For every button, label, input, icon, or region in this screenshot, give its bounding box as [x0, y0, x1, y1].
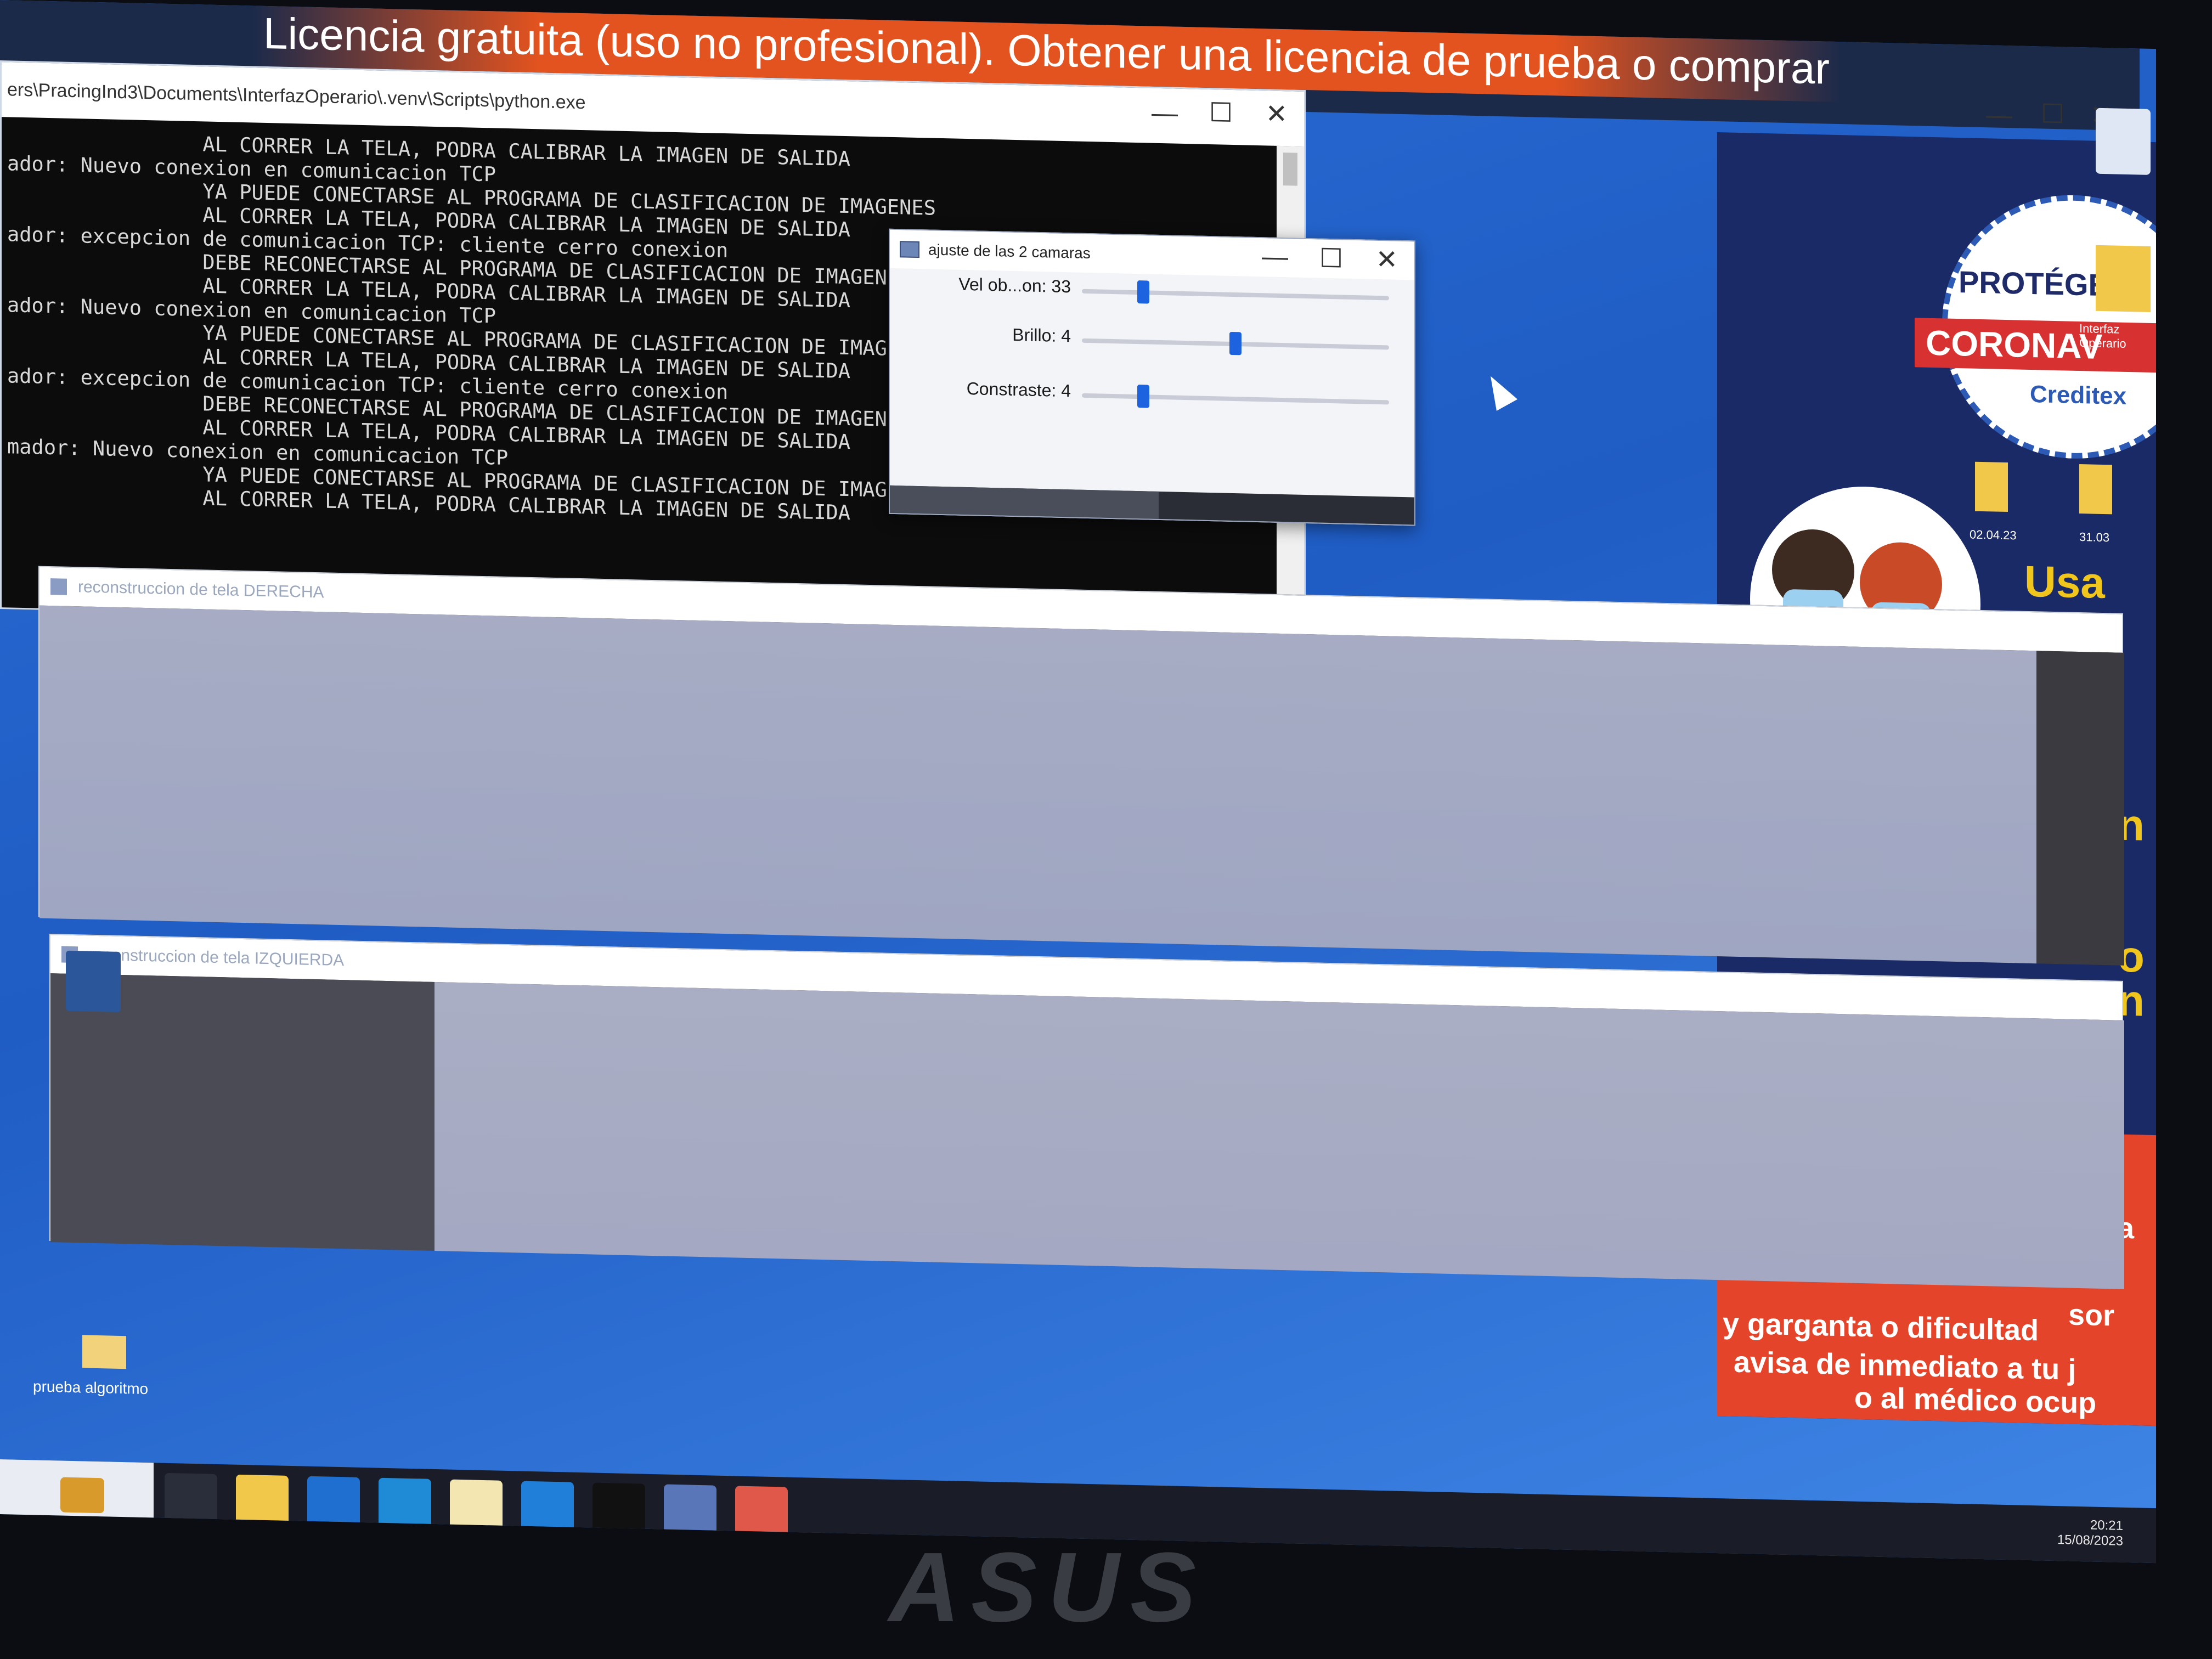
system-tray[interactable]: 20:21 15/08/2023 — [2057, 1517, 2123, 1549]
poster-red-sor: sor — [2068, 1298, 2115, 1333]
outlook-icon[interactable] — [307, 1476, 360, 1530]
recon-left-image — [435, 981, 2124, 1289]
console-close-button[interactable]: ✕ — [1266, 98, 1288, 129]
folder-icon[interactable] — [2096, 245, 2151, 312]
recon-right-dark-margin — [2036, 651, 2124, 966]
slider-track-contrast[interactable] — [1082, 393, 1389, 405]
vscode-icon[interactable] — [379, 1477, 431, 1532]
slider-label-brightness: Brillo: 4 — [1012, 324, 1071, 346]
recon-left-dark-margin — [50, 973, 435, 1251]
start-area[interactable] — [0, 1459, 154, 1534]
mouse-cursor-icon — [1480, 370, 1518, 411]
recon-left-window[interactable]: reconstruccion de tela IZQUIERDA — [49, 934, 2124, 1289]
desktop-icon-label[interactable]: prueba algoritmo — [33, 1378, 148, 1398]
app-minimize-button[interactable]: — — [1986, 100, 2012, 131]
briefcase-icon[interactable] — [60, 1477, 104, 1514]
slider-thumb-velocity[interactable] — [1137, 280, 1149, 304]
slider-track-velocity[interactable] — [1082, 289, 1389, 301]
slider-label-contrast: Constraste: 4 — [966, 378, 1071, 401]
notepad-icon[interactable] — [450, 1479, 503, 1533]
file-icon[interactable] — [1975, 461, 2008, 512]
app-k-icon[interactable] — [592, 1482, 645, 1537]
console-scroll-thumb[interactable] — [1283, 153, 1297, 186]
app-c-icon[interactable] — [521, 1481, 574, 1535]
window-icon — [50, 578, 67, 595]
tray-time: 20:21 — [2090, 1517, 2123, 1533]
monitor-screen: Licencia gratuita (uso no profesional). … — [0, 0, 2156, 1564]
laptop-brand-logo: ASUS — [889, 1532, 1207, 1643]
app-maximize-button[interactable]: ☐ — [2041, 98, 2064, 129]
camera-adjust-dialog[interactable]: ajuste de las 2 camaras — ☐ ✕ Vel ob...o… — [889, 228, 1415, 526]
file-date-label: 02.04.23 — [1970, 527, 2017, 543]
slider-thumb-contrast[interactable] — [1137, 385, 1149, 408]
slider-label-velocity: Vel ob...on: 33 — [958, 274, 1071, 297]
dialog-close-button[interactable]: ✕ — [1376, 244, 1398, 275]
poster-red-line: y garganta o dificultad — [1723, 1307, 2039, 1347]
camera-app-icon[interactable] — [2096, 108, 2151, 175]
slider-thumb-brightness[interactable] — [1229, 331, 1242, 356]
desktop-icon-label[interactable]: Interfaz Operario — [2079, 321, 2151, 352]
file-icon[interactable] — [2079, 464, 2112, 515]
poster-red-line: o al médico ocup — [1854, 1381, 2097, 1420]
file-explorer-icon[interactable] — [236, 1474, 289, 1528]
recon-right-image — [40, 605, 2036, 964]
app-red-icon[interactable] — [735, 1486, 788, 1540]
dialog-maximize-button[interactable]: ☐ — [1319, 243, 1343, 274]
poster-logo: Creditex — [2030, 380, 2127, 410]
photo-stage: Licencia gratuita (uso no profesional). … — [0, 0, 2212, 1659]
console-minimize-button[interactable]: — — [1152, 98, 1178, 129]
app-box-icon[interactable] — [664, 1484, 716, 1538]
poster-red-line: avisa de inmediato a tu j — [1734, 1345, 2076, 1386]
word-document-icon[interactable] — [66, 950, 121, 1012]
dialog-footer-segment — [890, 485, 1159, 519]
dialog-minimize-button[interactable]: — — [1262, 241, 1288, 272]
task-view-icon[interactable] — [165, 1472, 217, 1527]
console-maximize-button[interactable]: ☐ — [1209, 97, 1233, 128]
folder-icon[interactable] — [82, 1335, 126, 1369]
window-icon — [900, 241, 919, 258]
tray-date: 15/08/2023 — [2057, 1532, 2123, 1549]
recon-right-window[interactable]: reconstruccion de tela DERECHA — [38, 566, 2124, 966]
file-date-label: 31.03 — [2079, 530, 2110, 545]
